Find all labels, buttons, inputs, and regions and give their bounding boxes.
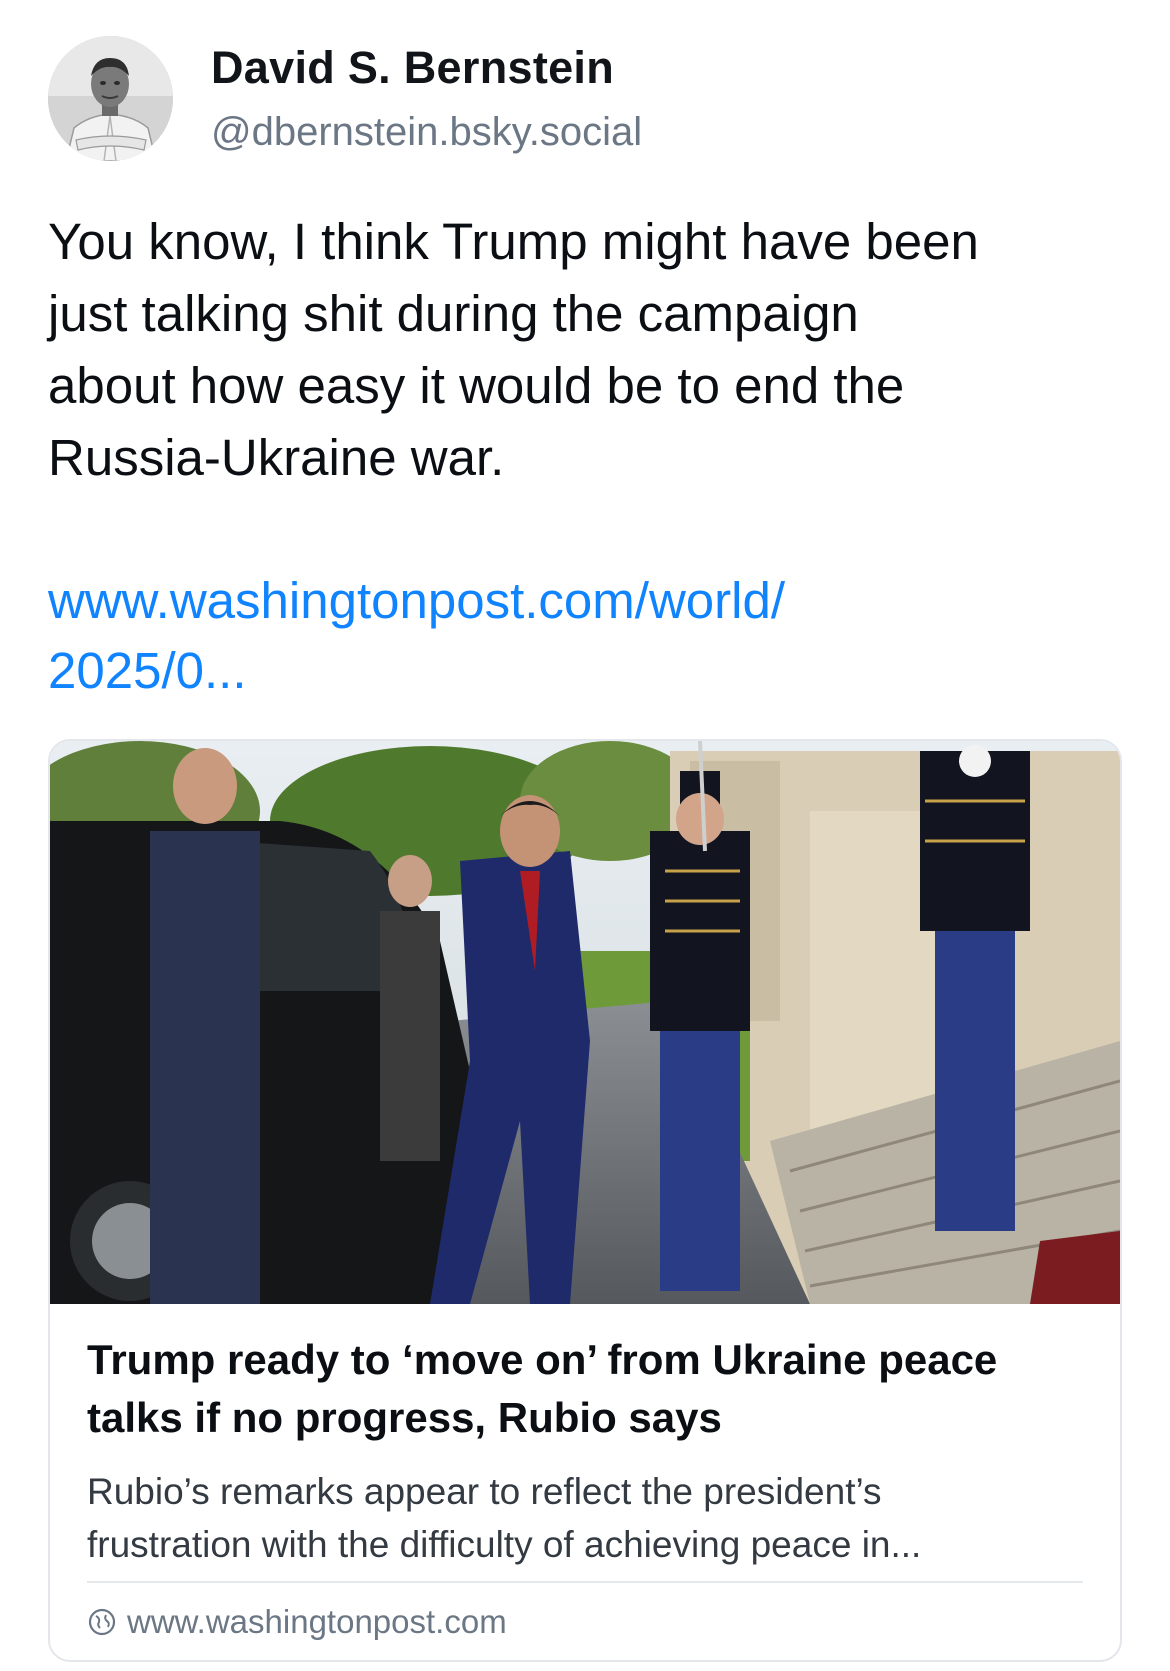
link-card[interactable]: Trump ready to ‘move on’ from Ukraine pe… <box>48 739 1122 1662</box>
post-text-line: Russia-Ukraine war. <box>48 429 505 486</box>
person-avatar-icon <box>48 36 173 161</box>
post-text-line: You know, I think Trump might have been <box>48 213 979 270</box>
card-domain-text: www.washingtonpost.com <box>127 1603 507 1640</box>
card-description-line: Rubio’s remarks appear to reflect the pr… <box>87 1471 882 1512</box>
globe-icon <box>88 1608 116 1636</box>
author-display-name[interactable]: David S. Bernstein <box>211 42 614 94</box>
card-description-line: frustration with the difficulty of achie… <box>87 1524 922 1565</box>
author-avatar[interactable] <box>48 36 173 161</box>
card-divider <box>87 1581 1083 1583</box>
card-title-line: talks if no progress, Rubio says <box>87 1394 722 1441</box>
card-title-line: Trump ready to ‘move on’ from Ukraine pe… <box>87 1336 998 1383</box>
card-domain[interactable]: www.washingtonpost.com <box>87 1603 507 1641</box>
post-link[interactable]: www.washingtonpost.com/world/ 2025/0... <box>48 566 785 706</box>
card-description: Rubio’s remarks appear to reflect the pr… <box>87 1465 1087 1571</box>
news-photo-icon <box>50 741 1120 1304</box>
card-title[interactable]: Trump ready to ‘move on’ from Ukraine pe… <box>87 1331 1087 1447</box>
post-link-line[interactable]: www.washingtonpost.com/world/ <box>48 566 785 636</box>
post: David S. Bernstein @dbernstein.bsky.soci… <box>0 0 1170 1671</box>
post-text: You know, I think Trump might have been … <box>48 206 1128 494</box>
post-text-line: just talking shit during the campaign <box>48 285 859 342</box>
post-text-line: about how easy it would be to end the <box>48 357 905 414</box>
post-link-line[interactable]: 2025/0... <box>48 636 785 706</box>
author-handle[interactable]: @dbernstein.bsky.social <box>211 110 642 155</box>
